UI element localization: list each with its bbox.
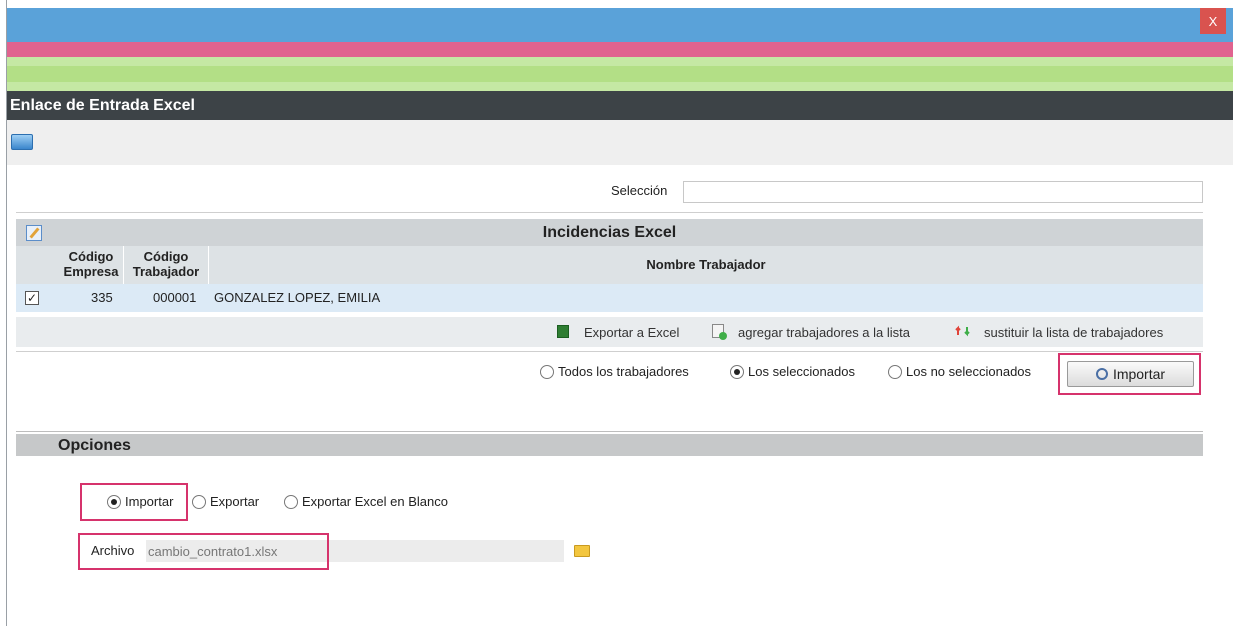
col-codigo-empresa[interactable]: Código Empresa [57, 249, 125, 279]
highlight-archivo [78, 533, 329, 570]
radio-no-seleccionados-label: Los no seleccionados [906, 364, 1032, 379]
actions-bar: Exportar a Excel agregar trabajadores a … [16, 317, 1203, 347]
close-button[interactable]: X [1200, 8, 1226, 34]
radio-no-seleccionados[interactable]: Los no seleccionados [888, 364, 1031, 379]
radio-exportar-blanco-label: Exportar Excel en Blanco [302, 494, 448, 509]
divider [16, 351, 1203, 352]
toolbar [7, 120, 1233, 165]
replace-list-link[interactable]: sustituir la lista de trabajadores [984, 325, 1163, 340]
add-list-icon[interactable] [712, 324, 727, 340]
header-stripe-blue [7, 8, 1233, 42]
radio-exportar-circle[interactable] [192, 495, 206, 509]
excel-icon[interactable] [557, 325, 569, 338]
radio-exportar-blanco[interactable]: Exportar Excel en Blanco [284, 494, 448, 509]
radio-seleccionados[interactable]: Los seleccionados [730, 364, 855, 379]
radio-exportar[interactable]: Exportar [192, 494, 259, 509]
panel-header: Incidencias Excel [16, 219, 1203, 246]
divider [16, 212, 1203, 213]
divider [16, 431, 1203, 432]
radio-todos-circle[interactable] [540, 365, 554, 379]
header-stripe-green-light [7, 57, 1233, 66]
export-excel-link[interactable]: Exportar a Excel [584, 325, 679, 340]
cell-nombre: GONZALEZ LOPEZ, EMILIA [214, 290, 381, 305]
add-workers-link[interactable]: agregar trabajadores a la lista [738, 325, 910, 340]
col-nombre-trabajador[interactable]: Nombre Trabajador [209, 257, 1203, 272]
selection-label: Selección [611, 183, 668, 198]
import-button-label: Importar [1112, 366, 1166, 382]
cell-empresa: 335 [91, 290, 113, 305]
panel-title: Incidencias Excel [542, 224, 677, 241]
header-stripe-pink [7, 42, 1233, 57]
cell-trabajador: 000001 [153, 290, 197, 305]
selection-input[interactable] [683, 181, 1203, 203]
radio-no-seleccionados-circle[interactable] [888, 365, 902, 379]
highlight-importar-option [80, 483, 188, 521]
radio-seleccionados-circle[interactable] [730, 365, 744, 379]
header-stripe-green-light-2 [7, 82, 1233, 91]
window-icon[interactable] [11, 134, 33, 150]
options-title: Opciones [58, 437, 131, 454]
table-header: Código Empresa Código Trabajador Nombre … [16, 246, 1203, 284]
radio-exportar-blanco-circle[interactable] [284, 495, 298, 509]
swap-icon[interactable] [955, 323, 971, 339]
folder-icon[interactable] [574, 545, 590, 557]
gear-icon [1095, 368, 1108, 380]
radio-todos-label: Todos los trabajadores [558, 364, 689, 379]
col-codigo-trabajador[interactable]: Código Trabajador [124, 249, 208, 279]
radio-seleccionados-label: Los seleccionados [748, 364, 855, 379]
import-button[interactable]: Importar [1067, 361, 1194, 387]
window-title: Enlace de Entrada Excel [7, 91, 1233, 120]
radio-exportar-label: Exportar [210, 494, 260, 509]
row-checkbox[interactable]: ✓ [25, 291, 39, 305]
header-stripe-green [7, 66, 1233, 82]
radio-todos[interactable]: Todos los trabajadores [540, 364, 689, 379]
options-header: Opciones [16, 434, 1203, 456]
table-row[interactable]: ✓ 335 000001 GONZALEZ LOPEZ, EMILIA [16, 284, 1203, 312]
